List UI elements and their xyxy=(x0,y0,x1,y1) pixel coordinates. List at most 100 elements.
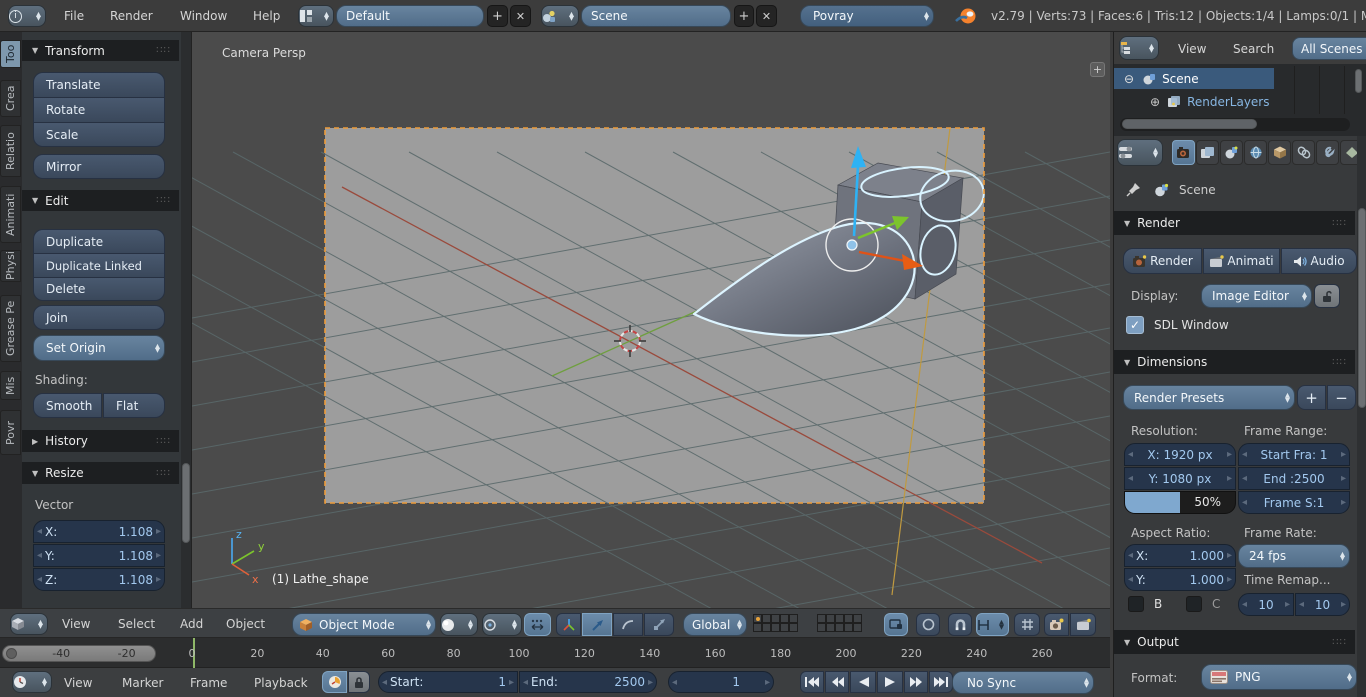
resize-y-field[interactable]: ◂Y:1.108▸ xyxy=(33,544,165,567)
add-scene-button[interactable]: + xyxy=(734,5,754,27)
add-preset-button[interactable]: + xyxy=(1297,385,1326,410)
step-right-icon[interactable]: ▸ xyxy=(762,677,773,688)
add-layout-button[interactable]: + xyxy=(487,5,508,27)
step-right-icon[interactable]: ▸ xyxy=(1338,449,1349,460)
layer-toggle[interactable] xyxy=(835,623,844,632)
snap-element-button[interactable] xyxy=(976,613,1009,636)
opengl-render-anim-button[interactable] xyxy=(1070,613,1096,636)
translate-button[interactable]: Translate xyxy=(33,72,165,97)
render-engine-select[interactable]: Povray xyxy=(800,5,934,27)
step-right-icon[interactable]: ▸ xyxy=(1224,473,1235,484)
step-left-icon[interactable]: ◂ xyxy=(1125,473,1136,484)
window-info-button[interactable]: i xyxy=(8,5,46,27)
sdl-window-checkbox[interactable]: ✓ xyxy=(1126,316,1144,334)
close-scene-button[interactable]: ✕ xyxy=(756,5,777,27)
outliner-editor-type-button[interactable] xyxy=(1119,36,1159,60)
step-left-icon[interactable]: ◂ xyxy=(1239,473,1250,484)
prev-keyframe-button[interactable] xyxy=(825,671,849,693)
manipulator-axes-button[interactable] xyxy=(556,613,581,636)
step-left-icon[interactable]: ◂ xyxy=(1125,550,1136,561)
scene-icon-button[interactable] xyxy=(541,5,579,27)
toolshelf-tab-animati[interactable]: Animati xyxy=(0,186,21,243)
rotate-manipulator-button[interactable] xyxy=(613,613,643,636)
layer-toggle[interactable] xyxy=(762,614,771,623)
layer-toggle[interactable] xyxy=(853,623,862,632)
outliner-row-renderlayers[interactable]: ⊕ RenderLayers xyxy=(1114,91,1274,112)
crop-checkbox[interactable] xyxy=(1186,596,1202,612)
menu-render[interactable]: Render xyxy=(110,9,153,23)
panel-header-output[interactable]: ▼Output∷∷ xyxy=(1114,630,1355,654)
expand-plus-icon[interactable]: ⊕ xyxy=(1150,95,1160,109)
step-right-icon[interactable]: ▸ xyxy=(1282,599,1293,610)
resize-z-field[interactable]: ◂Z:1.108▸ xyxy=(33,568,165,591)
current-frame-field[interactable]: ◂1▸ xyxy=(668,671,774,693)
step-right-icon[interactable]: ▸ xyxy=(1224,574,1235,585)
outliner-vscrollbar[interactable] xyxy=(1355,69,1362,93)
step-left-icon[interactable]: ◂ xyxy=(1239,497,1250,508)
step-right-icon[interactable]: ▸ xyxy=(153,550,164,561)
viewport-shading-button[interactable] xyxy=(440,613,478,636)
tab-render-layers[interactable] xyxy=(1196,140,1219,165)
menu-playback[interactable]: Playback xyxy=(254,676,308,690)
frame-end-field[interactable]: ◂End :2500▸ xyxy=(1238,467,1350,490)
tab-object[interactable] xyxy=(1268,140,1291,165)
render-still-button[interactable]: Render xyxy=(1123,248,1202,274)
screen-layout-icon-button[interactable] xyxy=(298,5,334,27)
tab-render[interactable] xyxy=(1172,140,1195,165)
layer-toggle[interactable] xyxy=(771,623,780,632)
tab-constraints[interactable] xyxy=(1292,140,1315,165)
step-right-icon[interactable]: ▸ xyxy=(645,677,656,688)
panel-header-history[interactable]: ▶History∷∷ xyxy=(22,430,179,452)
pin-icon[interactable] xyxy=(1126,182,1142,198)
tab-world[interactable] xyxy=(1244,140,1267,165)
translate-manipulator-button[interactable] xyxy=(582,613,612,636)
step-left-icon[interactable]: ◂ xyxy=(1125,449,1136,460)
menu-view[interactable]: View xyxy=(64,676,92,690)
render-audio-button[interactable]: Audio xyxy=(1281,248,1357,274)
step-right-icon[interactable]: ▸ xyxy=(153,574,164,585)
duplicate-button[interactable]: Duplicate xyxy=(33,229,165,253)
transform-orientation-select[interactable]: Global xyxy=(683,613,747,636)
collapse-minus-icon[interactable]: ⊖ xyxy=(1124,72,1134,86)
layer-toggle[interactable] xyxy=(789,614,798,623)
menu-window[interactable]: Window xyxy=(180,9,227,23)
lock-time-cursor-button[interactable] xyxy=(348,671,370,693)
set-origin-select[interactable]: Set Origin xyxy=(33,335,165,361)
remove-preset-button[interactable]: − xyxy=(1327,385,1356,410)
frame-start-field[interactable]: ◂Start Fra: 1▸ xyxy=(1238,443,1350,466)
layer-toggle[interactable] xyxy=(753,614,762,623)
snap-toggle-button[interactable] xyxy=(948,613,972,636)
display-lock-button[interactable] xyxy=(1314,284,1340,308)
border-checkbox[interactable] xyxy=(1128,596,1144,612)
step-left-icon[interactable]: ◂ xyxy=(1239,599,1250,610)
viewport-canvas[interactable]: z y x xyxy=(192,32,1110,608)
jump-to-start-button[interactable] xyxy=(800,671,824,693)
menu-view[interactable]: View xyxy=(1178,42,1206,56)
use-preview-range-button[interactable] xyxy=(322,671,347,693)
step-left-icon[interactable]: ◂ xyxy=(34,550,45,561)
opengl-render-button[interactable] xyxy=(1044,613,1069,636)
step-left-icon[interactable]: ◂ xyxy=(34,526,45,537)
menu-help[interactable]: Help xyxy=(253,9,280,23)
layers-grid-2[interactable] xyxy=(817,614,862,632)
aspect-x-field[interactable]: ◂X:1.000▸ xyxy=(1124,544,1236,567)
layer-toggle[interactable] xyxy=(817,614,826,623)
scene-select[interactable]: Scene xyxy=(581,5,731,27)
frame-step-field[interactable]: ◂Frame S:1▸ xyxy=(1238,491,1350,514)
step-right-icon[interactable]: ▸ xyxy=(1338,599,1349,610)
timeline-ruler[interactable]: -40-200204060801001201401601802002202402… xyxy=(0,638,1110,668)
menu-view[interactable]: View xyxy=(62,617,90,631)
shade-smooth-button[interactable]: Smooth xyxy=(33,393,102,418)
outliner-row-scene[interactable]: ⊖ Scene xyxy=(1114,68,1274,89)
panel-header-resize[interactable]: ▼Resize∷∷ xyxy=(22,462,179,484)
close-layout-button[interactable]: ✕ xyxy=(510,5,531,27)
next-keyframe-button[interactable] xyxy=(904,671,928,693)
layer-toggle[interactable] xyxy=(844,614,853,623)
menu-marker[interactable]: Marker xyxy=(122,676,163,690)
step-right-icon[interactable]: ▸ xyxy=(153,526,164,537)
join-button[interactable]: Join xyxy=(33,305,165,330)
remap-old-field[interactable]: ◂10▸ xyxy=(1238,593,1294,616)
frame-start-field[interactable]: ◂Start:1▸ xyxy=(378,671,518,693)
pivot-point-button[interactable] xyxy=(482,613,522,636)
toolshelf-scrollbar[interactable] xyxy=(181,32,191,608)
